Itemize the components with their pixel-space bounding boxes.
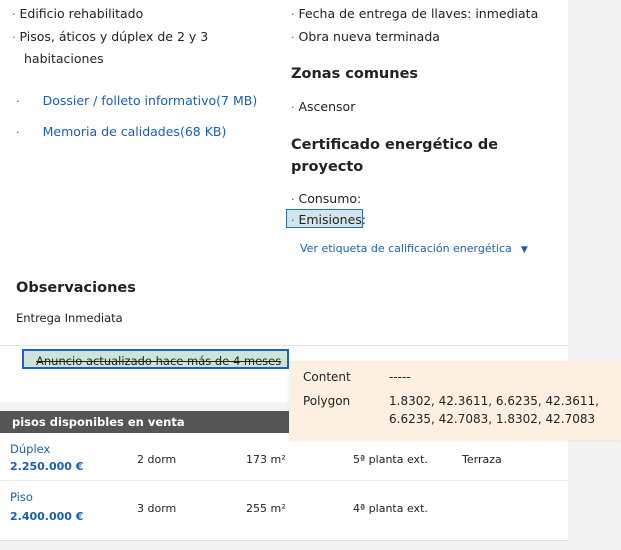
unit-area: 255 m² [246, 502, 286, 515]
feature-item: · Pisos, áticos y dúplex de 2 y 3 [12, 29, 209, 44]
common-areas-heading: Zonas comunes [291, 66, 419, 82]
tooltip-content-value: ----- [389, 370, 411, 384]
observations-heading: Observaciones [16, 280, 136, 296]
divider [0, 345, 568, 346]
unit-bedrooms: 2 dorm [137, 453, 177, 466]
unit-type-link[interactable]: Piso [10, 490, 33, 504]
tooltip-polygon-value-line2: 6.6235, 42.7083, 1.8302, 42.7083 [389, 412, 596, 426]
listing-details-card: · Edificio rehabilitado · Pisos, áticos … [0, 0, 568, 402]
common-area-item: · Ascensor [291, 99, 356, 114]
energy-consumption: · Consumo: [291, 191, 362, 206]
inspector-tooltip: Content ----- Polygon 1.8302, 42.3611, 6… [289, 361, 621, 440]
energy-certificate-heading-line2: proyecto [291, 159, 364, 175]
caret-down-icon[interactable]: ▼ [521, 245, 528, 255]
energy-label-link[interactable]: Ver etiqueta de calificación energética … [300, 237, 528, 256]
update-notice: Anuncio actualizado hace más de 4 meses [22, 349, 289, 369]
tooltip-polygon-value: 1.8302, 42.3611, 6.6235, 42.3611, [389, 394, 599, 408]
units-table: Dúplex 2.250.000 € 2 dorm 173 m² 5ª plan… [0, 433, 568, 541]
energy-certificate-heading: Certificado energético de [291, 137, 499, 153]
feature-item: · Edificio rehabilitado [12, 6, 144, 21]
energy-emissions: · Emisiones: [291, 212, 367, 227]
unit-price[interactable]: 2.250.000 € [10, 460, 83, 473]
bullet-icon: · [16, 95, 20, 108]
unit-bedrooms: 3 dorm [137, 502, 177, 515]
download-link-dossier[interactable]: · Dossier / folleto informativo(7 MB) [16, 90, 257, 109]
unit-price[interactable]: 2.400.000 € [10, 510, 83, 523]
bullet-icon: · [16, 126, 20, 139]
unit-type-link[interactable]: Dúplex [10, 442, 50, 456]
download-link-memoria[interactable]: · Memoria de calidades(68 KB) [16, 121, 226, 140]
row-divider [0, 480, 568, 481]
observations-text: Entrega Inmediata [16, 311, 123, 325]
tooltip-polygon-label: Polygon [303, 394, 351, 408]
unit-floor: 5ª planta ext. [353, 453, 428, 466]
tooltip-content-label: Content [303, 370, 351, 384]
feature-item: · Obra nueva terminada [291, 29, 440, 44]
feature-item: · Fecha de entrega de llaves: inmediata [291, 6, 539, 21]
unit-area: 173 m² [246, 453, 286, 466]
unit-extra: Terraza [462, 453, 502, 466]
unit-floor: 4ª planta ext. [353, 502, 428, 515]
feature-item-continued: habitaciones [24, 51, 104, 66]
